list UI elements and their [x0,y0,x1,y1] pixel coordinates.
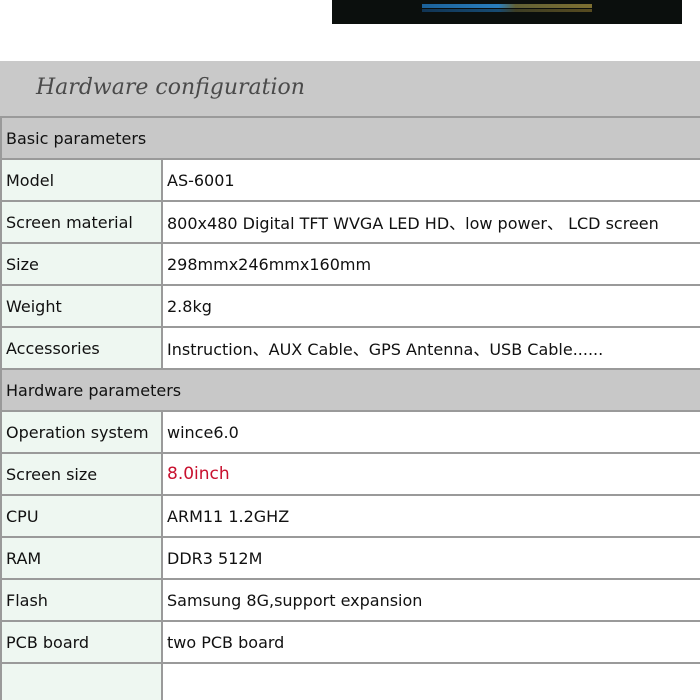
row-value: two PCB board [161,620,700,664]
row-value: Instruction、AUX Cable、GPS Antenna、USB Ca… [161,326,700,370]
group-header-row: Basic parameters [0,116,700,160]
section-banner: Hardware configuration [0,61,700,117]
table-row: Size 298mmx246mmx160mm [0,242,700,286]
row-label: Operation system [0,410,163,454]
row-value: 2.8kg [161,284,700,328]
table-row-partial [0,662,700,700]
product-image-strip [332,0,682,24]
row-value: 298mmx246mmx160mm [161,242,700,286]
row-value-cut-off [161,662,700,700]
row-label: Screen size [0,452,163,496]
product-spec-page: Hardware configuration Basic parameters … [0,0,700,700]
row-label: Accessories [0,326,163,370]
row-label: Model [0,158,163,202]
table-row: Model AS-6001 [0,158,700,202]
row-value: AS-6001 [161,158,700,202]
table-row: Weight 2.8kg [0,284,700,328]
table-row: Accessories Instruction、AUX Cable、GPS An… [0,326,700,370]
row-value: DDR3 512M [161,536,700,580]
table-row: RAM DDR3 512M [0,536,700,580]
image-light-streak [422,4,592,8]
group-header-hardware: Hardware parameters [0,368,700,412]
table-row: PCB board two PCB board [0,620,700,664]
row-label: RAM [0,536,163,580]
table-row: Flash Samsung 8G,support expansion [0,578,700,622]
table-row: Screen size 8.0inch [0,452,700,496]
row-label: Flash [0,578,163,622]
spec-table: Basic parameters Model AS-6001 Screen ma… [0,116,700,700]
row-label-cut-off [0,662,163,700]
section-title: Hardware configuration [36,75,305,100]
image-light-reflection [422,9,592,12]
table-row: Screen material 800x480 Digital TFT WVGA… [0,200,700,244]
group-header-basic: Basic parameters [0,116,700,160]
row-label: CPU [0,494,163,538]
row-value: 800x480 Digital TFT WVGA LED HD、low powe… [161,200,700,244]
row-value-highlighted: 8.0inch [161,452,700,496]
table-row: CPU ARM11 1.2GHZ [0,494,700,538]
row-label: PCB board [0,620,163,664]
row-label: Size [0,242,163,286]
row-value: wince6.0 [161,410,700,454]
row-label: Weight [0,284,163,328]
table-row: Operation system wince6.0 [0,410,700,454]
group-header-row: Hardware parameters [0,368,700,412]
row-label: Screen material [0,200,163,244]
row-value: ARM11 1.2GHZ [161,494,700,538]
row-value: Samsung 8G,support expansion [161,578,700,622]
